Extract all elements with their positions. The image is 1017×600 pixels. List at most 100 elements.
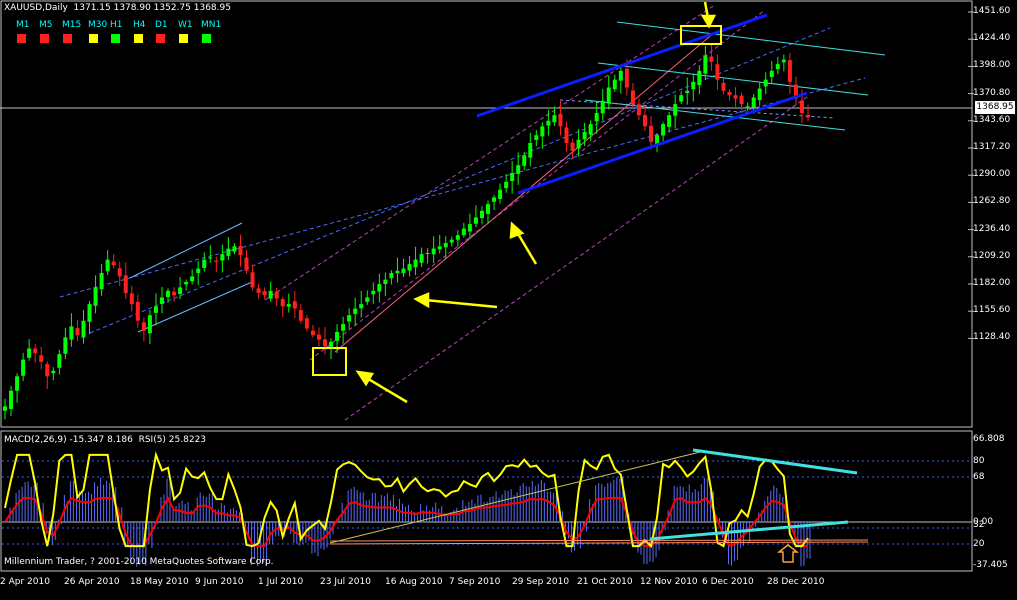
candle-body (673, 104, 678, 116)
candle-body (298, 310, 303, 321)
candle-body (377, 284, 382, 292)
date-tick: 7 Sep 2010 (449, 577, 501, 587)
candle-body (123, 275, 128, 293)
candle-body (685, 90, 690, 93)
arrow-1 (364, 375, 408, 404)
candle-body (371, 290, 376, 295)
candle-body (679, 95, 684, 102)
candle-body (329, 341, 334, 347)
candle-body (268, 290, 273, 299)
candle-body (588, 124, 593, 135)
price-tick: 1317.20 (973, 142, 1011, 152)
candle-body (582, 131, 587, 140)
indicator-panel-frame (0, 430, 973, 572)
candle-body (316, 334, 321, 340)
candle-body (612, 79, 617, 90)
indicator-tick: 80 (973, 456, 985, 466)
indicator-tick: -37.405 (973, 560, 1008, 570)
indicator-tick: 20 (973, 539, 985, 549)
candle-body (226, 248, 231, 256)
candle-body (178, 287, 183, 294)
candle-body (105, 259, 110, 272)
arrow-3 (515, 231, 538, 265)
candle-body (262, 291, 267, 296)
current-price-badge: 1368.95 (975, 101, 1015, 114)
candle-body (431, 248, 436, 255)
indicator-label: MACD(2,26,9) -15.347 8.186 RSI(5) 25.822… (4, 435, 207, 445)
candle-body (576, 139, 581, 149)
date-tick: 12 Nov 2010 (640, 577, 698, 587)
candle-body (250, 272, 255, 288)
annotations (312, 1, 722, 404)
date-tick: 26 Apr 2010 (64, 577, 120, 587)
timeframe-m15[interactable]: M15 (62, 20, 81, 30)
price-tick: 1262.80 (973, 196, 1011, 207)
candle-body (208, 257, 213, 259)
date-tick: 2 Apr 2010 (0, 577, 50, 587)
candle-body (214, 260, 219, 262)
price-tick: 1451.60 (973, 6, 1011, 16)
candle-body (310, 330, 315, 336)
candle-body (745, 106, 750, 108)
candle-body (618, 70, 623, 81)
timeframe-h4[interactable]: H4 (133, 20, 146, 30)
candle-body (697, 70, 702, 86)
indicator-tick: 66.808 (973, 434, 1005, 444)
date-tick: 23 Jul 2010 (320, 577, 371, 587)
timeframe-status-d1 (156, 34, 165, 43)
candle-body (769, 70, 774, 78)
candle-body (69, 326, 74, 340)
price-tick: 1155.60 (973, 305, 1011, 316)
early-channel-top (129, 222, 243, 279)
date-tick: 18 May 2010 (130, 577, 189, 587)
support-line-2 (329, 539, 869, 542)
candle-body (57, 354, 62, 368)
candle-body (661, 124, 666, 136)
timeframe-status-mn1 (202, 34, 211, 43)
candle-body (739, 95, 744, 105)
arrow-4-head (700, 14, 717, 29)
candle-body (703, 55, 708, 74)
date-tick: 29 Sep 2010 (512, 577, 570, 587)
rsi-divergence-bottom (649, 520, 849, 541)
candle-body (3, 406, 7, 411)
timeframe-w1[interactable]: W1 (178, 20, 193, 30)
timeframe-m30[interactable]: M30 (88, 20, 107, 30)
candlesticks (3, 43, 810, 420)
timeframe-status-m30 (89, 34, 98, 43)
candle-body (504, 181, 509, 189)
price-chart[interactable]: XAUUSD,Daily 1371.15 1378.90 1352.75 136… (0, 0, 1017, 596)
candle-body (799, 100, 804, 113)
date-tick: 9 Jun 2010 (195, 577, 244, 587)
timeframe-mn1[interactable]: MN1 (201, 20, 221, 30)
candle-body (806, 114, 810, 118)
fibonacci-lines (59, 4, 886, 421)
candle-body (153, 306, 158, 313)
candle-body (425, 253, 430, 254)
candle-body (304, 318, 309, 329)
candle-body (220, 254, 225, 261)
trendline-dashed-1 (59, 77, 866, 298)
candle-body (184, 281, 189, 285)
timeframe-d1[interactable]: D1 (155, 20, 168, 30)
timeframe-m5[interactable]: M5 (39, 20, 53, 30)
candle-body (322, 339, 327, 347)
candle-body (473, 217, 478, 224)
timeframe-status-m1 (17, 34, 26, 43)
candle-body (715, 64, 720, 80)
candle-body (9, 390, 14, 409)
indicator-panel (2, 448, 972, 567)
candle-body (667, 115, 672, 127)
candle-body (274, 291, 279, 299)
timeframe-status-m5 (40, 34, 49, 43)
candle-body (159, 297, 164, 304)
trendline-dashed-3 (264, 4, 716, 301)
timeframe-status-w1 (179, 34, 188, 43)
candle-body (709, 56, 714, 62)
candle-body (624, 68, 629, 88)
timeframe-h1[interactable]: H1 (110, 20, 123, 30)
candle-body (751, 97, 756, 108)
candle-body (196, 268, 201, 274)
timeframe-m1[interactable]: M1 (16, 20, 30, 30)
candle-body (781, 59, 786, 63)
